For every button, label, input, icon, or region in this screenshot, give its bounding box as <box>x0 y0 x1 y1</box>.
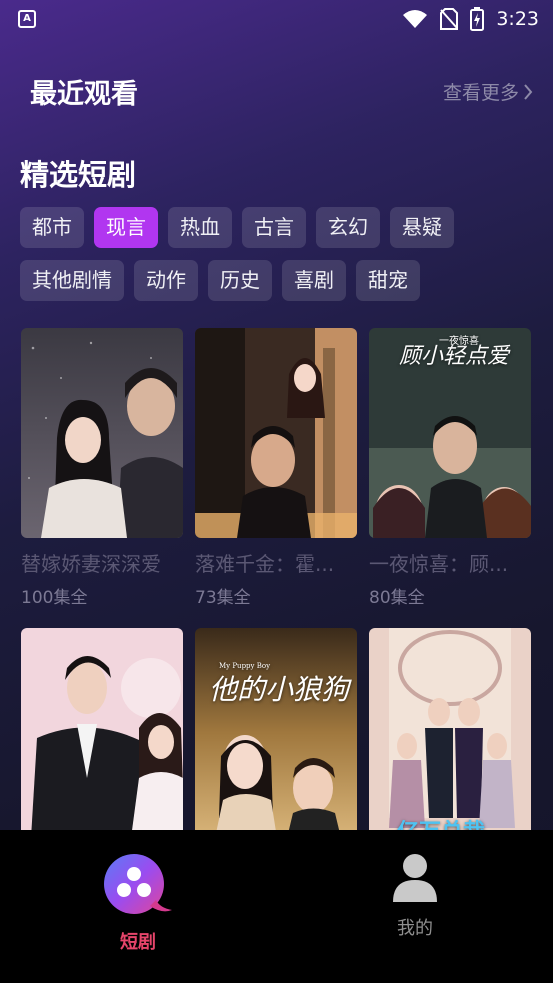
drama-card[interactable]: 落难千金：霍... 73集全 <box>195 328 357 608</box>
category-chip[interactable]: 玄幻 <box>316 207 380 248</box>
category-chip[interactable]: 甜宠 <box>356 260 420 301</box>
category-chip[interactable]: 都市 <box>20 207 84 248</box>
category-chips-row-2: 其他剧情 动作 历史 喜剧 甜宠 <box>20 260 420 301</box>
drama-grid: 替嫁娇妻深深爱 100集全 落难千金：霍... 73集全 顾小轻点爱 一夜惊喜 … <box>21 328 533 854</box>
category-chips-row-1: 都市 现言 热血 古言 玄幻 悬疑 <box>20 207 454 248</box>
drama-title: 落难千金：霍... <box>195 552 335 576</box>
recent-section: 最近观看 查看更多 <box>30 72 533 112</box>
view-more-link[interactable]: 查看更多 <box>443 78 533 105</box>
category-chip[interactable]: 历史 <box>208 260 272 301</box>
category-chip[interactable]: 动作 <box>134 260 198 301</box>
tab-short-drama[interactable]: 短剧 <box>68 852 208 954</box>
tab-mine-label: 我的 <box>397 918 433 939</box>
drama-poster[interactable]: 亿万总裁 <box>369 628 531 838</box>
category-chip[interactable]: 古言 <box>242 207 306 248</box>
status-bar: A 3:23 <box>0 0 553 38</box>
category-chip[interactable]: 其他剧情 <box>20 260 124 301</box>
chevron-right-icon <box>524 83 533 100</box>
short-drama-tab-icon <box>104 854 172 914</box>
drama-title: 替嫁娇妻深深爱 <box>21 552 161 576</box>
status-time: 3:23 <box>496 8 539 30</box>
drama-episodes: 100集全 <box>21 588 88 608</box>
poster-subtitle: 一夜惊喜 <box>439 336 479 347</box>
category-chip[interactable]: 悬疑 <box>390 207 454 248</box>
no-sim-icon <box>440 8 459 30</box>
drama-poster[interactable] <box>21 328 183 538</box>
drama-episodes: 73集全 <box>195 588 251 608</box>
poster-title: 他的小狼狗 <box>209 673 350 706</box>
battery-charging-icon <box>470 7 485 31</box>
category-chip[interactable]: 喜剧 <box>282 260 346 301</box>
poster-subtitle: My Puppy Boy <box>219 662 271 670</box>
category-chip-active[interactable]: 现言 <box>94 207 158 248</box>
tab-short-drama-label: 短剧 <box>120 932 156 953</box>
drama-card[interactable]: 他的小狼狗 My Puppy Boy <box>195 628 357 854</box>
app-notification-icon: A <box>18 10 36 28</box>
recent-title: 最近观看 <box>30 79 138 110</box>
drama-poster[interactable] <box>195 328 357 538</box>
drama-episodes: 80集全 <box>369 588 425 608</box>
drama-poster[interactable]: 他的小狼狗 My Puppy Boy <box>195 628 357 838</box>
bottom-tab-bar: 短剧 我的 <box>0 830 553 983</box>
drama-card[interactable]: 亿万总裁 <box>369 628 531 854</box>
drama-poster[interactable] <box>21 628 183 838</box>
drama-poster[interactable]: 顾小轻点爱 一夜惊喜 <box>369 328 531 538</box>
category-chip[interactable]: 热血 <box>168 207 232 248</box>
user-profile-icon <box>393 854 437 902</box>
drama-card[interactable]: 替嫁娇妻深深爱 100集全 <box>21 328 183 608</box>
tab-mine[interactable]: 我的 <box>345 852 485 940</box>
drama-card[interactable]: 顾小轻点爱 一夜惊喜 一夜惊喜：顾... 80集全 <box>369 328 531 608</box>
wifi-icon <box>403 10 428 28</box>
drama-card[interactable] <box>21 628 183 854</box>
featured-title: 精选短剧 <box>20 158 137 192</box>
view-more-label: 查看更多 <box>442 82 519 104</box>
drama-title: 一夜惊喜：顾... <box>369 552 509 576</box>
